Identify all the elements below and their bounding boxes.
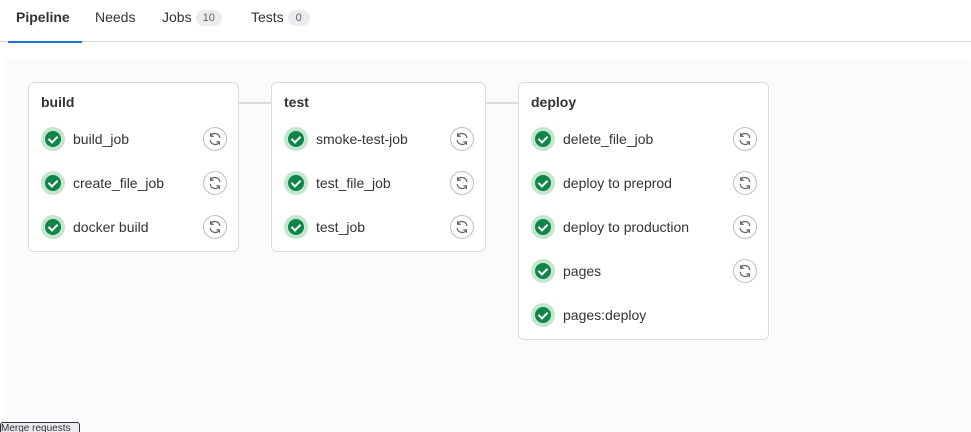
job-item[interactable]: docker build (39, 212, 230, 242)
tab-needs[interactable]: Needs (83, 0, 147, 42)
job-item[interactable]: pages (529, 256, 760, 286)
retry-icon[interactable] (203, 127, 227, 151)
status-success-icon (41, 127, 65, 151)
stage-deploy: deploy delete_file_jobdeploy to preprod de… (518, 82, 769, 340)
stage-title: build (41, 94, 75, 110)
job-name: delete_file_job (563, 131, 654, 147)
tests-count-badge: 0 (287, 10, 310, 26)
status-success-icon (531, 215, 555, 239)
stage-test: test smoke-test-job test_file_job test_job (271, 82, 486, 252)
job-name: create_file_job (73, 175, 165, 191)
job-item[interactable]: build_job (39, 124, 230, 154)
jobs-count-badge: 10 (195, 10, 222, 26)
tab-pipeline-label: Pipeline (16, 9, 70, 25)
job-item[interactable]: delete_file_job (529, 124, 760, 154)
status-success-icon (531, 171, 555, 195)
stage-build: build build_job create_file_jobdocker buil… (28, 82, 239, 252)
job-item[interactable]: smoke-test-job (282, 124, 477, 154)
job-name: build_job (73, 131, 130, 147)
job-item[interactable]: create_file_job (39, 168, 230, 198)
retry-icon[interactable] (733, 127, 757, 151)
retry-icon[interactable] (203, 171, 227, 195)
status-success-icon (531, 127, 555, 151)
status-success-icon (531, 259, 555, 283)
job-item[interactable]: pages:deploy (529, 300, 760, 330)
job-name: smoke-test-job (316, 131, 408, 147)
status-success-icon (284, 127, 308, 151)
job-item[interactable]: deploy to production (529, 212, 760, 242)
status-success-icon (531, 303, 555, 327)
tab-jobs[interactable]: Jobs 10 (150, 0, 234, 42)
status-success-icon (284, 171, 308, 195)
retry-icon[interactable] (733, 215, 757, 239)
job-item[interactable]: deploy to preprod (529, 168, 760, 198)
retry-icon[interactable] (733, 259, 757, 283)
job-name: docker build (73, 219, 149, 235)
retry-icon[interactable] (450, 127, 474, 151)
pipeline-tabs: Pipeline Needs Jobs 10 Tests 0 (0, 0, 971, 43)
stage-connector (239, 102, 271, 104)
retry-icon[interactable] (733, 171, 757, 195)
job-name: deploy to preprod (563, 175, 672, 191)
stage-title: deploy (531, 94, 577, 110)
job-name: test_job (316, 219, 366, 235)
tab-jobs-label: Jobs (162, 9, 192, 25)
tab-pipeline[interactable]: Pipeline (4, 0, 82, 43)
status-success-icon (284, 215, 308, 239)
retry-icon[interactable] (203, 215, 227, 239)
tooltip: Merge requests (0, 422, 80, 432)
job-item[interactable]: test_job (282, 212, 477, 242)
retry-icon[interactable] (450, 171, 474, 195)
job-name: test_file_job (316, 175, 391, 191)
job-name: deploy to production (563, 219, 690, 235)
retry-icon[interactable] (450, 215, 474, 239)
job-item[interactable]: test_file_job (282, 168, 477, 198)
status-success-icon (41, 171, 65, 195)
stage-connector (486, 102, 518, 104)
tab-needs-label: Needs (95, 9, 136, 25)
tab-tests[interactable]: Tests 0 (239, 0, 322, 42)
status-success-icon (41, 215, 65, 239)
stage-title: test (284, 94, 309, 110)
tab-tests-label: Tests (251, 9, 284, 25)
job-name: pages:deploy (563, 307, 647, 323)
job-name: pages (563, 263, 602, 279)
